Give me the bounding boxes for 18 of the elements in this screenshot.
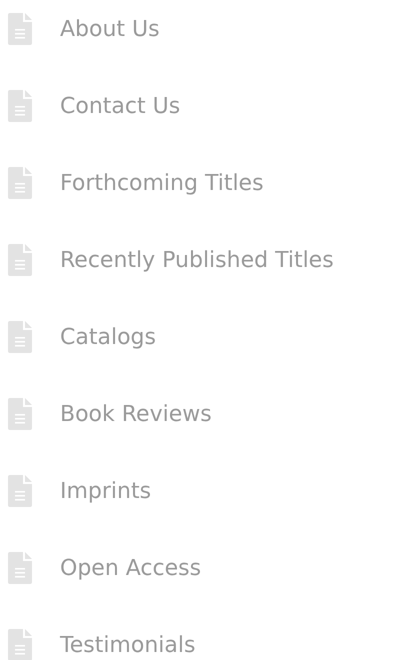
document-icon bbox=[8, 167, 32, 199]
document-icon bbox=[8, 13, 32, 45]
nav-link[interactable]: Forthcoming Titles bbox=[60, 170, 264, 196]
document-icon bbox=[8, 475, 32, 507]
document-icon bbox=[8, 90, 32, 122]
nav-link[interactable]: Catalogs bbox=[60, 324, 156, 350]
document-icon bbox=[8, 552, 32, 584]
document-icon bbox=[8, 398, 32, 430]
nav-link[interactable]: Book Reviews bbox=[60, 402, 212, 426]
nav-link[interactable]: Testimonials bbox=[60, 632, 196, 658]
nav-link[interactable]: Contact Us bbox=[60, 94, 180, 118]
document-icon bbox=[8, 321, 32, 353]
nav-link[interactable]: Recently Published Titles bbox=[60, 248, 334, 272]
nav-link[interactable]: Open Access bbox=[60, 556, 202, 580]
document-icon bbox=[8, 244, 32, 276]
nav-link[interactable]: Imprints bbox=[60, 478, 152, 504]
document-icon bbox=[8, 629, 32, 660]
nav-link[interactable]: About Us bbox=[60, 16, 160, 42]
